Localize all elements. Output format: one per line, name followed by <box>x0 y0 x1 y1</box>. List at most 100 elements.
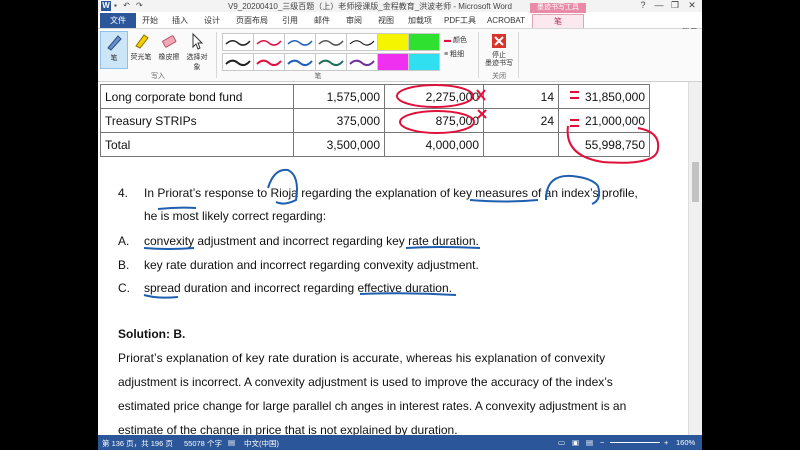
blue-ink-underline-spread <box>143 294 179 299</box>
pen-style-teal[interactable] <box>315 53 347 71</box>
table-cell: 24 <box>483 108 559 133</box>
solution-line-1: Priorat’s explanation of key rate durati… <box>118 351 606 365</box>
tab-review[interactable]: 审阅 <box>344 14 364 27</box>
vertical-scrollbar[interactable] <box>688 82 702 435</box>
option-text-c: spread duration and incorrect regarding … <box>144 281 452 295</box>
pen-style-blue[interactable] <box>284 33 316 51</box>
tab-view[interactable]: 视图 <box>376 14 396 27</box>
undo-icon[interactable]: ↶ <box>123 1 132 10</box>
scrollbar-thumb[interactable] <box>692 162 699 202</box>
blue-ink-underline-key-measures <box>469 199 539 203</box>
tab-insert[interactable]: 插入 <box>170 14 190 27</box>
tab-design[interactable]: 设计 <box>202 14 222 27</box>
pen-style-green-highlighter[interactable] <box>408 33 440 51</box>
table-cell: Long corporate bond fund <box>100 84 294 109</box>
cursor-arrow-icon <box>192 32 204 50</box>
tab-page-layout[interactable]: 页面布局 <box>234 14 270 27</box>
pen-style-cyan-highlighter[interactable] <box>408 53 440 71</box>
redo-icon[interactable]: ↷ <box>136 1 145 10</box>
table-cell: 14 <box>483 84 559 109</box>
minimize-button[interactable]: — <box>652 0 666 10</box>
eraser-icon <box>162 35 177 48</box>
option-letter-b: B. <box>118 258 130 272</box>
stop-x-icon <box>492 34 506 48</box>
pen-style-pink[interactable] <box>253 53 285 71</box>
blue-ink-underline-convexity <box>143 247 195 250</box>
bond-portfolio-table: Long corporate bond fund 1,575,000 2,275… <box>100 84 650 157</box>
tab-pen[interactable]: 笔 <box>532 14 584 28</box>
save-icon[interactable]: ▪ <box>114 1 119 10</box>
table-cell: Total <box>100 132 294 157</box>
table-cell: 31,850,000 <box>558 84 650 109</box>
word-logo-icon: W <box>101 1 111 11</box>
ribbon-tabs: 文件 开始 插入 设计 页面布局 引用 邮件 审阅 视图 加载项 PDF工具 A… <box>98 13 702 37</box>
group-label-close: 关闭 <box>492 73 506 80</box>
option-text-a: convexity adjustment and incorrect regar… <box>144 234 479 248</box>
color-swatch-icon: ▬ <box>444 37 451 44</box>
pen-style-navy[interactable] <box>284 53 316 71</box>
tab-home[interactable]: 开始 <box>140 14 160 27</box>
table-cell: 3,500,000 <box>293 132 385 157</box>
highlighter-button[interactable]: 荧光笔 <box>128 31 154 67</box>
pen-style-thin-black[interactable] <box>346 33 378 51</box>
pen-button[interactable]: 笔 <box>100 31 128 69</box>
page-count[interactable]: 第 136 页，共 196 页 <box>102 438 173 449</box>
pen-style-black[interactable] <box>222 33 254 51</box>
eraser-button[interactable]: 橡皮擦 <box>156 31 182 67</box>
group-label-pens: 笔 <box>314 73 322 80</box>
document-page[interactable]: Long corporate bond fund 1,575,000 2,275… <box>98 82 688 435</box>
proofing-icon[interactable]: ▤ <box>228 438 235 447</box>
status-bar: 第 136 页，共 196 页 55078 个字 ▤ 中文(中国) ▭ ▣ ▤ … <box>98 435 702 450</box>
group-label-write: 写入 <box>151 73 165 80</box>
print-layout-icon[interactable]: ▣ <box>572 438 579 447</box>
pen-style-red[interactable] <box>253 33 285 51</box>
question-number: 4. <box>118 186 129 200</box>
zoom-in-button[interactable]: + <box>664 438 668 447</box>
question-line-2: he is most likely correct regarding: <box>144 209 327 223</box>
option-letter-a: A. <box>118 234 130 248</box>
stop-inking-button[interactable]: 停止 墨迹书写 <box>482 31 516 67</box>
zoom-out-button[interactable]: − <box>600 438 604 447</box>
table-cell: 875,000 <box>384 108 484 133</box>
table-cell: 375,000 <box>293 108 385 133</box>
table-row: Long corporate bond fund 1,575,000 2,275… <box>100 84 650 109</box>
word-window: W ▪ ↶ ↷ V9_20200410_三级百题（上）老师授课版_金程教育_洪波… <box>98 0 702 450</box>
tab-acrobat[interactable]: ACROBAT <box>486 14 526 27</box>
solution-line-3: estimated price change for large paralle… <box>118 399 627 413</box>
title-bar: W ▪ ↶ ↷ V9_20200410_三级百题（上）老师授课版_金程教育_洪波… <box>98 0 702 12</box>
option-letter-c: C. <box>118 281 130 295</box>
word-count[interactable]: 55078 个字 <box>184 438 222 449</box>
group-separator <box>478 32 479 78</box>
language[interactable]: 中文(中国) <box>244 438 279 449</box>
tab-mailings[interactable]: 邮件 <box>312 14 332 27</box>
pen-style-yellow-highlighter[interactable] <box>377 33 409 51</box>
table-cell: 55,998,750 <box>558 132 650 157</box>
pen-color-dropdown[interactable]: ▬ 颜色 <box>444 35 467 45</box>
table-cell: 1,575,000 <box>293 84 385 109</box>
solution-heading: Solution: B. <box>118 327 186 341</box>
web-layout-icon[interactable]: ▤ <box>586 438 593 447</box>
quick-access-toolbar[interactable]: ▪ ↶ ↷ <box>114 1 145 10</box>
solution-line-4: estimate of the change in price that is … <box>118 423 458 435</box>
help-button[interactable]: ? <box>636 0 650 10</box>
pen-style-dark[interactable] <box>222 53 254 71</box>
ink-tools-label: 墨迹书写工具 <box>530 3 586 13</box>
pen-style-gray[interactable] <box>315 33 347 51</box>
select-objects-button[interactable]: 选择对象 <box>184 31 210 71</box>
restore-button[interactable]: ❐ <box>668 0 682 11</box>
read-mode-icon[interactable]: ▭ <box>558 438 565 447</box>
window-title: V9_20200410_三级百题（上）老师授课版_金程教育_洪波老师 - Mic… <box>228 2 512 11</box>
close-button[interactable]: ✕ <box>685 0 699 11</box>
tab-addins[interactable]: 加载项 <box>406 14 434 27</box>
table-cell: 4,000,000 <box>384 132 484 157</box>
pen-thickness-dropdown[interactable]: ≡ 粗细 <box>444 49 464 59</box>
tab-file[interactable]: 文件 <box>100 13 136 28</box>
table-cell: 21,000,000 <box>558 108 650 133</box>
pen-style-magenta-highlighter[interactable] <box>377 53 409 71</box>
tab-references[interactable]: 引用 <box>280 14 300 27</box>
question-line-1: In Priorat’s response to Rioja regarding… <box>144 186 638 200</box>
pen-style-purple[interactable] <box>346 53 378 71</box>
zoom-slider[interactable] <box>610 442 660 443</box>
tab-pdf-tools[interactable]: PDF工具 <box>444 14 476 27</box>
zoom-level[interactable]: 160% <box>676 438 695 447</box>
